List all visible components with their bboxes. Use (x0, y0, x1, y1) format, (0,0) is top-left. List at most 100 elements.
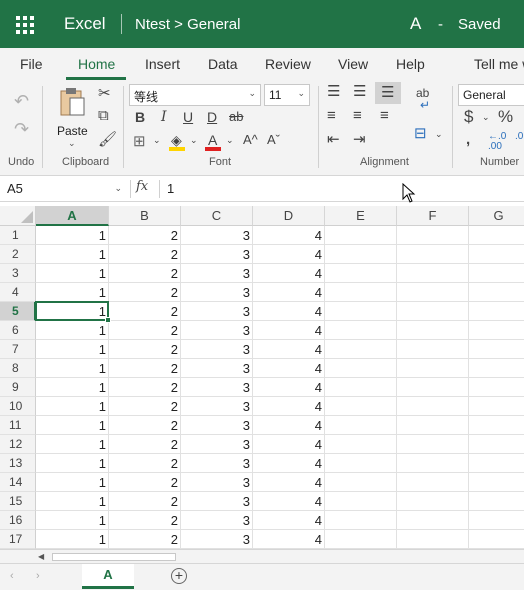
cell-f15[interactable] (397, 492, 469, 511)
row-header[interactable]: 15 (0, 492, 36, 511)
cell-f4[interactable] (397, 283, 469, 302)
font-color-button[interactable]: A (205, 132, 223, 152)
bold-button[interactable]: B (135, 110, 145, 124)
cell-d13[interactable]: 4 (253, 454, 325, 473)
cell-a10[interactable]: 1 (36, 397, 109, 416)
percent-button[interactable]: % (498, 108, 513, 125)
cell-d2[interactable]: 4 (253, 245, 325, 264)
align-middle-icon[interactable]: ☰ (353, 84, 366, 99)
cell-f6[interactable] (397, 321, 469, 340)
column-header-a[interactable]: A (36, 206, 109, 226)
horizontal-scrollbar[interactable]: ◀ (0, 549, 524, 563)
cell-g12[interactable] (469, 435, 524, 454)
cell-b12[interactable]: 2 (109, 435, 181, 454)
cell-e7[interactable] (325, 340, 397, 359)
cell-c4[interactable]: 3 (181, 283, 253, 302)
prev-sheet-icon[interactable]: ‹ (10, 570, 14, 582)
row-header[interactable]: 17 (0, 530, 36, 549)
name-box[interactable]: A5 ⌄ (4, 178, 126, 200)
row-header[interactable]: 11 (0, 416, 36, 435)
tab-review[interactable]: Review (265, 56, 311, 72)
select-all-button[interactable] (0, 206, 36, 226)
cell-f17[interactable] (397, 530, 469, 549)
cell-g14[interactable] (469, 473, 524, 492)
cell-f2[interactable] (397, 245, 469, 264)
row-header[interactable]: 14 (0, 473, 36, 492)
cell-d4[interactable]: 4 (253, 283, 325, 302)
cell-f13[interactable] (397, 454, 469, 473)
row-header[interactable]: 10 (0, 397, 36, 416)
cell-g2[interactable] (469, 245, 524, 264)
cell-g4[interactable] (469, 283, 524, 302)
cell-e17[interactable] (325, 530, 397, 549)
cell-c12[interactable]: 3 (181, 435, 253, 454)
row-header[interactable]: 7 (0, 340, 36, 359)
cell-d1[interactable]: 4 (253, 226, 325, 245)
tab-file[interactable]: File (20, 56, 43, 72)
tab-help[interactable]: Help (396, 56, 425, 72)
cell-c9[interactable]: 3 (181, 378, 253, 397)
cell-g17[interactable] (469, 530, 524, 549)
cell-e12[interactable] (325, 435, 397, 454)
chevron-down-icon[interactable]: ⌄ (190, 136, 198, 145)
cell-a4[interactable]: 1 (36, 283, 109, 302)
cell-g15[interactable] (469, 492, 524, 511)
row-header[interactable]: 3 (0, 264, 36, 283)
cell-a5[interactable]: 1 (36, 302, 109, 321)
column-header-b[interactable]: B (109, 206, 181, 226)
cell-d14[interactable]: 4 (253, 473, 325, 492)
cell-a1[interactable]: 1 (36, 226, 109, 245)
row-header[interactable]: 13 (0, 454, 36, 473)
cell-c14[interactable]: 3 (181, 473, 253, 492)
cell-e1[interactable] (325, 226, 397, 245)
cell-c5[interactable]: 3 (181, 302, 253, 321)
cell-g5[interactable] (469, 302, 524, 321)
cell-d10[interactable]: 4 (253, 397, 325, 416)
cut-icon[interactable]: ✂ (98, 86, 111, 101)
cell-c16[interactable]: 3 (181, 511, 253, 530)
underline-button[interactable]: U (183, 110, 193, 124)
tell-me-search[interactable]: Tell me w (474, 56, 524, 72)
format-painter-icon[interactable]: 🖌 (98, 132, 117, 147)
paste-button[interactable]: Paste ⌄ (52, 84, 92, 152)
cell-b11[interactable]: 2 (109, 416, 181, 435)
cell-e13[interactable] (325, 454, 397, 473)
cell-e8[interactable] (325, 359, 397, 378)
cell-d9[interactable]: 4 (253, 378, 325, 397)
cell-a9[interactable]: 1 (36, 378, 109, 397)
cell-g3[interactable] (469, 264, 524, 283)
row-header[interactable]: 5 (0, 302, 36, 321)
tab-insert[interactable]: Insert (145, 56, 180, 72)
cell-d6[interactable]: 4 (253, 321, 325, 340)
cell-b6[interactable]: 2 (109, 321, 181, 340)
number-format-dropdown[interactable]: General (458, 84, 524, 106)
cell-b7[interactable]: 2 (109, 340, 181, 359)
app-launcher-icon[interactable] (16, 16, 34, 34)
next-sheet-icon[interactable]: › (36, 570, 40, 582)
cell-c2[interactable]: 3 (181, 245, 253, 264)
cell-f10[interactable] (397, 397, 469, 416)
align-bottom-button[interactable]: ☰ (375, 82, 401, 104)
shrink-font-button[interactable]: Aˇ (267, 133, 280, 146)
cell-d3[interactable]: 4 (253, 264, 325, 283)
row-header[interactable]: 1 (0, 226, 36, 245)
app-name[interactable]: Excel (64, 14, 106, 34)
cell-e5[interactable] (325, 302, 397, 321)
column-header-c[interactable]: C (181, 206, 253, 226)
tab-view[interactable]: View (338, 56, 368, 72)
comma-style-icon[interactable]: , (466, 132, 470, 147)
cell-g7[interactable] (469, 340, 524, 359)
tab-home[interactable]: Home (78, 56, 115, 72)
cell-f8[interactable] (397, 359, 469, 378)
column-header-f[interactable]: F (397, 206, 469, 226)
cell-c10[interactable]: 3 (181, 397, 253, 416)
strikethrough-button[interactable]: ab (229, 110, 243, 123)
row-header[interactable]: 2 (0, 245, 36, 264)
cell-b17[interactable]: 2 (109, 530, 181, 549)
cell-g11[interactable] (469, 416, 524, 435)
cell-b5[interactable]: 2 (109, 302, 181, 321)
cell-c11[interactable]: 3 (181, 416, 253, 435)
cell-d11[interactable]: 4 (253, 416, 325, 435)
cell-c7[interactable]: 3 (181, 340, 253, 359)
cell-a6[interactable]: 1 (36, 321, 109, 340)
